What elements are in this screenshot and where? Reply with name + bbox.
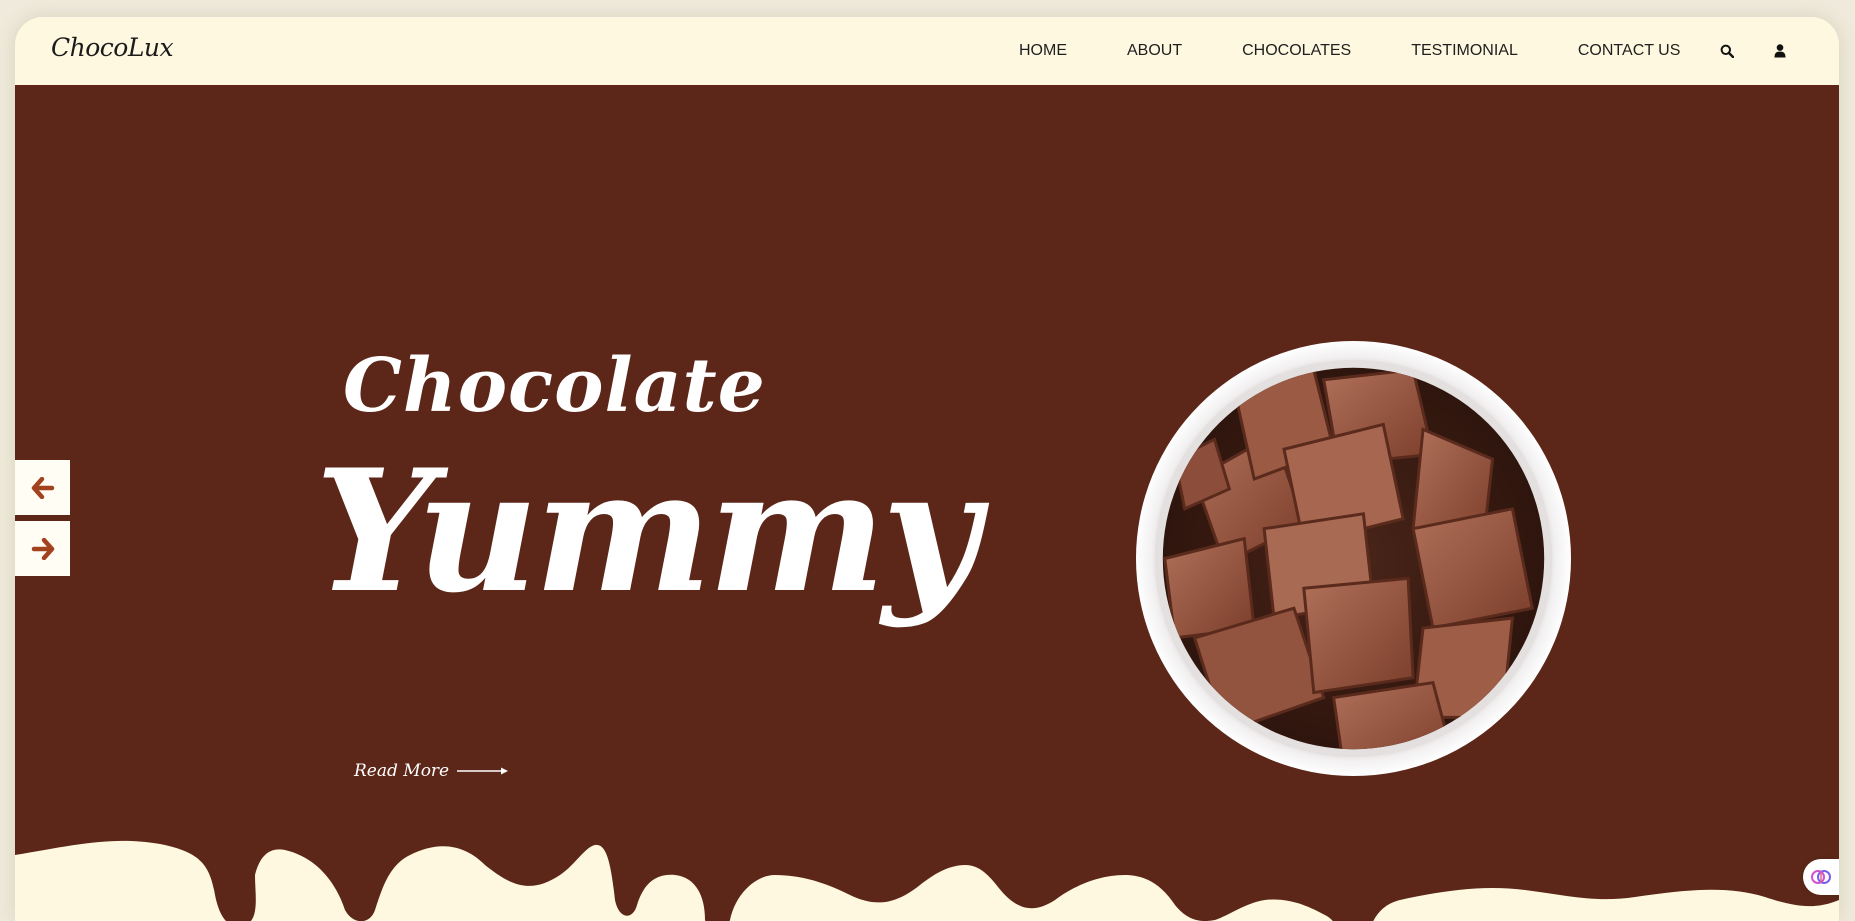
top-navbar: ChocoLux HOME ABOUT CHOCOLATES TESTIMONI… [15, 17, 1839, 85]
nav-item-home[interactable]: HOME [1019, 42, 1067, 60]
nav-item-contact-us[interactable]: CONTACT US [1578, 42, 1681, 60]
search-icon[interactable] [1720, 44, 1735, 58]
nav-item-chocolates[interactable]: CHOCOLATES [1242, 42, 1351, 60]
nav-item-about[interactable]: ABOUT [1127, 42, 1182, 60]
arrow-right-icon [31, 537, 54, 560]
hero-subtitle: Chocolate [343, 343, 766, 429]
main-nav: HOME ABOUT CHOCOLATES TESTIMONIAL CONTAC… [1019, 17, 1826, 85]
nav-item-testimonial[interactable]: TESTIMONIAL [1411, 42, 1518, 60]
hero-slider: Chocolate Yummy Read More [15, 85, 1839, 921]
slider-prev-button[interactable] [15, 460, 70, 515]
chocolate-drip-decoration [15, 840, 1839, 921]
slider-next-button[interactable] [15, 521, 70, 576]
chocolate-bowl-image [1135, 340, 1572, 777]
assistant-widget-button[interactable] [1803, 859, 1839, 895]
brain-icon [1811, 870, 1831, 884]
arrow-left-icon [31, 476, 54, 499]
page-frame: ChocoLux HOME ABOUT CHOCOLATES TESTIMONI… [15, 17, 1839, 921]
site-logo[interactable]: ChocoLux [51, 33, 174, 62]
user-icon[interactable] [1773, 44, 1787, 58]
hero-title: Yummy [315, 432, 980, 630]
